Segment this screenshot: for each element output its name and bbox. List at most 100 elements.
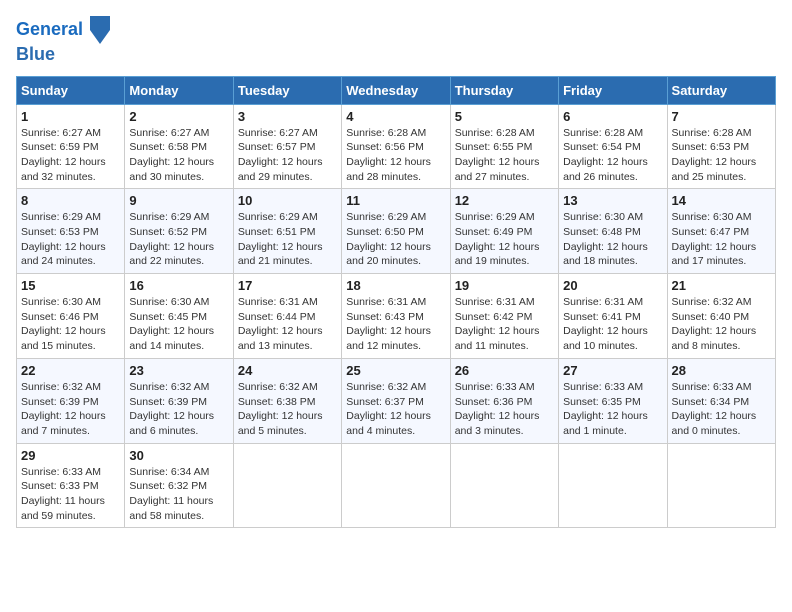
- calendar-cell: 6 Sunrise: 6:28 AMSunset: 6:54 PMDayligh…: [559, 104, 667, 189]
- day-number: 19: [455, 278, 554, 293]
- day-info: Sunrise: 6:27 AMSunset: 6:59 PMDaylight:…: [21, 127, 106, 183]
- calendar-cell: 18 Sunrise: 6:31 AMSunset: 6:43 PMDaylig…: [342, 274, 450, 359]
- calendar-cell: 4 Sunrise: 6:28 AMSunset: 6:56 PMDayligh…: [342, 104, 450, 189]
- calendar-cell: [559, 443, 667, 528]
- day-number: 29: [21, 448, 120, 463]
- day-number: 23: [129, 363, 228, 378]
- calendar-cell: 16 Sunrise: 6:30 AMSunset: 6:45 PMDaylig…: [125, 274, 233, 359]
- weekday-header-monday: Monday: [125, 76, 233, 104]
- day-number: 17: [238, 278, 337, 293]
- day-number: 1: [21, 109, 120, 124]
- calendar-cell: 17 Sunrise: 6:31 AMSunset: 6:44 PMDaylig…: [233, 274, 341, 359]
- day-info: Sunrise: 6:29 AMSunset: 6:49 PMDaylight:…: [455, 211, 540, 267]
- day-number: 18: [346, 278, 445, 293]
- day-number: 3: [238, 109, 337, 124]
- day-number: 15: [21, 278, 120, 293]
- day-info: Sunrise: 6:31 AMSunset: 6:42 PMDaylight:…: [455, 296, 540, 352]
- day-info: Sunrise: 6:27 AMSunset: 6:58 PMDaylight:…: [129, 127, 214, 183]
- calendar-cell: 11 Sunrise: 6:29 AMSunset: 6:50 PMDaylig…: [342, 189, 450, 274]
- day-info: Sunrise: 6:29 AMSunset: 6:51 PMDaylight:…: [238, 211, 323, 267]
- logo: General Blue: [16, 16, 110, 66]
- weekday-header-wednesday: Wednesday: [342, 76, 450, 104]
- day-info: Sunrise: 6:30 AMSunset: 6:47 PMDaylight:…: [672, 211, 757, 267]
- day-info: Sunrise: 6:29 AMSunset: 6:53 PMDaylight:…: [21, 211, 106, 267]
- day-number: 30: [129, 448, 228, 463]
- calendar-cell: 21 Sunrise: 6:32 AMSunset: 6:40 PMDaylig…: [667, 274, 775, 359]
- day-number: 12: [455, 193, 554, 208]
- day-number: 6: [563, 109, 662, 124]
- calendar-cell: 13 Sunrise: 6:30 AMSunset: 6:48 PMDaylig…: [559, 189, 667, 274]
- day-info: Sunrise: 6:33 AMSunset: 6:33 PMDaylight:…: [21, 466, 105, 522]
- calendar-week-2: 8 Sunrise: 6:29 AMSunset: 6:53 PMDayligh…: [17, 189, 776, 274]
- day-info: Sunrise: 6:28 AMSunset: 6:54 PMDaylight:…: [563, 127, 648, 183]
- day-info: Sunrise: 6:33 AMSunset: 6:36 PMDaylight:…: [455, 381, 540, 437]
- calendar-cell: 27 Sunrise: 6:33 AMSunset: 6:35 PMDaylig…: [559, 358, 667, 443]
- day-number: 10: [238, 193, 337, 208]
- calendar-cell: [233, 443, 341, 528]
- day-info: Sunrise: 6:32 AMSunset: 6:39 PMDaylight:…: [129, 381, 214, 437]
- day-info: Sunrise: 6:29 AMSunset: 6:52 PMDaylight:…: [129, 211, 214, 267]
- day-info: Sunrise: 6:33 AMSunset: 6:34 PMDaylight:…: [672, 381, 757, 437]
- day-info: Sunrise: 6:32 AMSunset: 6:40 PMDaylight:…: [672, 296, 757, 352]
- day-info: Sunrise: 6:31 AMSunset: 6:44 PMDaylight:…: [238, 296, 323, 352]
- calendar-cell: 14 Sunrise: 6:30 AMSunset: 6:47 PMDaylig…: [667, 189, 775, 274]
- day-number: 26: [455, 363, 554, 378]
- day-info: Sunrise: 6:34 AMSunset: 6:32 PMDaylight:…: [129, 466, 213, 522]
- calendar-week-1: 1 Sunrise: 6:27 AMSunset: 6:59 PMDayligh…: [17, 104, 776, 189]
- day-info: Sunrise: 6:31 AMSunset: 6:41 PMDaylight:…: [563, 296, 648, 352]
- calendar-cell: 30 Sunrise: 6:34 AMSunset: 6:32 PMDaylig…: [125, 443, 233, 528]
- day-number: 24: [238, 363, 337, 378]
- calendar-cell: 19 Sunrise: 6:31 AMSunset: 6:42 PMDaylig…: [450, 274, 558, 359]
- calendar-cell: 5 Sunrise: 6:28 AMSunset: 6:55 PMDayligh…: [450, 104, 558, 189]
- day-number: 9: [129, 193, 228, 208]
- day-info: Sunrise: 6:28 AMSunset: 6:55 PMDaylight:…: [455, 127, 540, 183]
- day-number: 2: [129, 109, 228, 124]
- calendar-cell: 25 Sunrise: 6:32 AMSunset: 6:37 PMDaylig…: [342, 358, 450, 443]
- calendar-cell: 29 Sunrise: 6:33 AMSunset: 6:33 PMDaylig…: [17, 443, 125, 528]
- page-header: General Blue: [16, 16, 776, 66]
- day-number: 7: [672, 109, 771, 124]
- calendar-cell: [450, 443, 558, 528]
- day-number: 14: [672, 193, 771, 208]
- calendar-cell: 7 Sunrise: 6:28 AMSunset: 6:53 PMDayligh…: [667, 104, 775, 189]
- day-info: Sunrise: 6:28 AMSunset: 6:53 PMDaylight:…: [672, 127, 757, 183]
- day-info: Sunrise: 6:33 AMSunset: 6:35 PMDaylight:…: [563, 381, 648, 437]
- calendar-cell: 24 Sunrise: 6:32 AMSunset: 6:38 PMDaylig…: [233, 358, 341, 443]
- weekday-header-tuesday: Tuesday: [233, 76, 341, 104]
- day-info: Sunrise: 6:28 AMSunset: 6:56 PMDaylight:…: [346, 127, 431, 183]
- logo-subtext: Blue: [16, 44, 110, 66]
- calendar-cell: 22 Sunrise: 6:32 AMSunset: 6:39 PMDaylig…: [17, 358, 125, 443]
- day-info: Sunrise: 6:29 AMSunset: 6:50 PMDaylight:…: [346, 211, 431, 267]
- calendar-cell: 9 Sunrise: 6:29 AMSunset: 6:52 PMDayligh…: [125, 189, 233, 274]
- calendar-cell: [667, 443, 775, 528]
- calendar-cell: 2 Sunrise: 6:27 AMSunset: 6:58 PMDayligh…: [125, 104, 233, 189]
- calendar-table: SundayMondayTuesdayWednesdayThursdayFrid…: [16, 76, 776, 529]
- weekday-header-saturday: Saturday: [667, 76, 775, 104]
- calendar-week-5: 29 Sunrise: 6:33 AMSunset: 6:33 PMDaylig…: [17, 443, 776, 528]
- day-number: 20: [563, 278, 662, 293]
- calendar-cell: 12 Sunrise: 6:29 AMSunset: 6:49 PMDaylig…: [450, 189, 558, 274]
- day-number: 21: [672, 278, 771, 293]
- day-info: Sunrise: 6:31 AMSunset: 6:43 PMDaylight:…: [346, 296, 431, 352]
- weekday-header-friday: Friday: [559, 76, 667, 104]
- day-number: 27: [563, 363, 662, 378]
- day-number: 4: [346, 109, 445, 124]
- calendar-week-4: 22 Sunrise: 6:32 AMSunset: 6:39 PMDaylig…: [17, 358, 776, 443]
- logo-text: General: [16, 16, 110, 44]
- calendar-cell: 20 Sunrise: 6:31 AMSunset: 6:41 PMDaylig…: [559, 274, 667, 359]
- calendar-cell: 26 Sunrise: 6:33 AMSunset: 6:36 PMDaylig…: [450, 358, 558, 443]
- day-info: Sunrise: 6:32 AMSunset: 6:38 PMDaylight:…: [238, 381, 323, 437]
- weekday-header-thursday: Thursday: [450, 76, 558, 104]
- day-info: Sunrise: 6:32 AMSunset: 6:37 PMDaylight:…: [346, 381, 431, 437]
- day-info: Sunrise: 6:32 AMSunset: 6:39 PMDaylight:…: [21, 381, 106, 437]
- day-number: 13: [563, 193, 662, 208]
- calendar-cell: 28 Sunrise: 6:33 AMSunset: 6:34 PMDaylig…: [667, 358, 775, 443]
- day-number: 5: [455, 109, 554, 124]
- calendar-cell: 10 Sunrise: 6:29 AMSunset: 6:51 PMDaylig…: [233, 189, 341, 274]
- day-number: 8: [21, 193, 120, 208]
- calendar-week-3: 15 Sunrise: 6:30 AMSunset: 6:46 PMDaylig…: [17, 274, 776, 359]
- calendar-cell: 8 Sunrise: 6:29 AMSunset: 6:53 PMDayligh…: [17, 189, 125, 274]
- day-number: 16: [129, 278, 228, 293]
- weekday-header-sunday: Sunday: [17, 76, 125, 104]
- calendar-cell: 3 Sunrise: 6:27 AMSunset: 6:57 PMDayligh…: [233, 104, 341, 189]
